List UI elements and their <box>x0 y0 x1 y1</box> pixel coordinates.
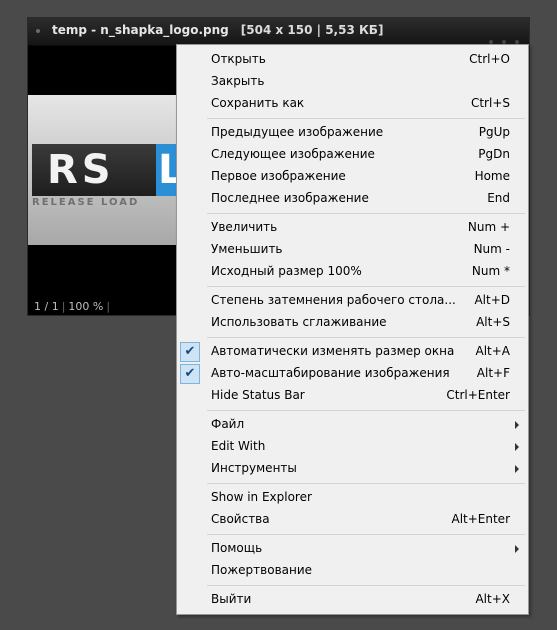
menu-item-open[interactable]: Открыть Ctrl+O <box>177 49 528 71</box>
menu-separator <box>207 534 525 535</box>
menu-item-properties[interactable]: Свойства Alt+Enter <box>177 509 528 531</box>
menu-item-label: Свойства <box>211 512 270 526</box>
logo-letters: RS <box>47 147 115 193</box>
menu-item-shortcut: Home <box>474 169 510 183</box>
menu-item-close[interactable]: Закрыть <box>177 71 528 93</box>
menu-item-previous-image[interactable]: Предыдущее изображение PgUp <box>177 122 528 144</box>
menu-item-shortcut: Alt+D <box>474 293 510 307</box>
menu-item-label: Авто-масштабирование изображения <box>211 366 450 380</box>
menu-item-tools[interactable]: Инструменты <box>177 458 528 480</box>
submenu-arrow-icon <box>515 421 519 429</box>
menu-item-auto-resize-window[interactable]: ✔ Автоматически изменять размер окна Alt+A <box>177 341 528 363</box>
menu-item-label: Использовать сглаживание <box>211 315 387 329</box>
menu-item-zoom-in[interactable]: Увеличить Num + <box>177 217 528 239</box>
menu-item-save-as[interactable]: Сохранить как Ctrl+S <box>177 93 528 115</box>
submenu-arrow-icon <box>515 465 519 473</box>
menu-item-label: Открыть <box>211 52 266 66</box>
menu-separator <box>207 410 525 411</box>
context-menu: Открыть Ctrl+O Закрыть Сохранить как Ctrl+… <box>176 44 529 615</box>
menu-item-label: Помощь <box>211 541 263 555</box>
menu-item-label: Первое изображение <box>211 169 346 183</box>
menu-item-shortcut: Num + <box>467 220 510 234</box>
menu-item-hide-status-bar[interactable]: Hide Status Bar Ctrl+Enter <box>177 385 528 407</box>
checkmark-icon: ✔ <box>180 342 200 362</box>
window-title-info: [504 x 150 | 5,53 КБ] <box>240 23 384 37</box>
menu-item-label: Файл <box>211 417 245 431</box>
menu-item-shortcut: Alt+F <box>476 366 510 380</box>
menu-item-file[interactable]: Файл <box>177 414 528 436</box>
menu-item-label: Увеличить <box>211 220 278 234</box>
menu-item-shortcut: End <box>487 191 510 205</box>
menu-item-shortcut: PgDn <box>478 147 510 161</box>
menu-item-label: Исходный размер 100% <box>211 264 362 278</box>
menu-item-desktop-dimming[interactable]: Степень затемнения рабочего стола... Alt+… <box>177 290 528 312</box>
menu-item-label: Hide Status Bar <box>211 388 305 402</box>
menu-item-label: Последнее изображение <box>211 191 369 205</box>
menu-item-donate[interactable]: Пожертвование <box>177 560 528 582</box>
menu-item-original-size[interactable]: Исходный размер 100% Num * <box>177 261 528 283</box>
menu-item-label: Инструменты <box>211 461 297 475</box>
menu-item-zoom-out[interactable]: Уменьшить Num - <box>177 239 528 261</box>
menu-separator <box>207 337 525 338</box>
status-image-index: 1 / 1 <box>34 300 59 313</box>
menu-item-auto-scale-image[interactable]: ✔ Авто-масштабирование изображения Alt+F <box>177 363 528 385</box>
menu-item-shortcut: Ctrl+O <box>469 52 510 66</box>
menu-separator <box>207 213 525 214</box>
menu-item-shortcut: Num - <box>473 242 510 256</box>
menu-item-shortcut: Ctrl+Enter <box>446 388 510 402</box>
status-zoom: 100 % <box>68 300 104 313</box>
submenu-arrow-icon <box>515 443 519 451</box>
checkmark-icon: ✔ <box>180 364 200 384</box>
menu-item-label: Выйти <box>211 592 252 606</box>
menu-separator <box>207 286 525 287</box>
menu-separator <box>207 118 525 119</box>
menu-item-label: Уменьшить <box>211 242 283 256</box>
menu-item-last-image[interactable]: Последнее изображение End <box>177 188 528 210</box>
menu-item-shortcut: Alt+A <box>475 344 510 358</box>
menu-item-show-in-explorer[interactable]: Show in Explorer <box>177 487 528 509</box>
window-menu-dot-icon[interactable] <box>36 29 40 33</box>
menu-item-label: Пожертвование <box>211 563 313 577</box>
menu-item-shortcut: Alt+Enter <box>451 512 510 526</box>
menu-item-next-image[interactable]: Следующее изображение PgDn <box>177 144 528 166</box>
displayed-image[interactable]: RS L RELEASE LOAD <box>28 95 180 245</box>
menu-item-label: Show in Explorer <box>211 490 312 504</box>
menu-item-shortcut: PgUp <box>478 125 510 139</box>
menu-item-exit[interactable]: Выйти Alt+X <box>177 589 528 611</box>
menu-item-shortcut: Alt+X <box>475 592 510 606</box>
status-bar: 1 / 1 | 100 % | <box>34 300 113 313</box>
menu-item-shortcut: Ctrl+S <box>470 96 510 110</box>
status-separator-end: | <box>106 300 111 313</box>
menu-item-edit-with[interactable]: Edit With <box>177 436 528 458</box>
menu-item-first-image[interactable]: Первое изображение Home <box>177 166 528 188</box>
window-title-filename: temp - n_shapka_logo.png <box>52 23 229 37</box>
status-separator: | <box>61 300 66 313</box>
submenu-arrow-icon <box>515 545 519 553</box>
menu-separator <box>207 483 525 484</box>
menu-item-shortcut: Alt+S <box>476 315 510 329</box>
menu-item-shortcut: Num * <box>471 264 510 278</box>
menu-item-help[interactable]: Помощь <box>177 538 528 560</box>
menu-item-label: Предыдущее изображение <box>211 125 384 139</box>
menu-item-label: Edit With <box>211 439 266 453</box>
menu-item-smoothing[interactable]: Использовать сглаживание Alt+S <box>177 312 528 334</box>
logo-tagline: RELEASE LOAD <box>32 197 140 208</box>
menu-item-label: Закрыть <box>211 74 265 88</box>
menu-item-label: Следующее изображение <box>211 147 375 161</box>
title-bar[interactable]: temp - n_shapka_logo.png [504 x 150 | 5,5… <box>28 18 529 46</box>
menu-item-label: Степень затемнения рабочего стола... <box>211 293 456 307</box>
menu-item-label: Автоматически изменять размер окна <box>211 344 455 358</box>
menu-item-label: Сохранить как <box>211 96 305 110</box>
window-title: temp - n_shapka_logo.png [504 x 150 | 5,5… <box>52 23 383 37</box>
menu-separator <box>207 585 525 586</box>
